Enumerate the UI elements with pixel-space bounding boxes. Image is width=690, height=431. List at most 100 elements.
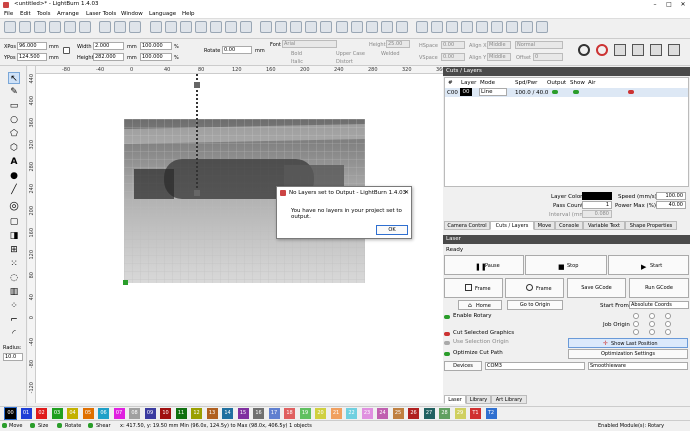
frame-select-icon[interactable] <box>225 21 237 33</box>
frame-circle-button[interactable]: Frame <box>505 278 564 298</box>
move-together-icon[interactable] <box>521 21 533 33</box>
align-bottom-icon[interactable] <box>476 21 488 33</box>
home-icon[interactable] <box>632 44 644 56</box>
offset-icon[interactable]: ◎ <box>8 200 20 212</box>
align-right-icon[interactable] <box>431 21 443 33</box>
font-height-input[interactable]: 25.00 <box>386 40 410 48</box>
menu-edit[interactable]: Edit <box>20 11 31 17</box>
palette-swatch[interactable]: T2 <box>485 408 497 419</box>
optimize-cut-path-toggle[interactable] <box>444 352 450 356</box>
align-top-icon[interactable] <box>446 21 458 33</box>
flip-v-icon[interactable] <box>366 21 378 33</box>
menu-language[interactable]: Language <box>149 11 176 17</box>
crosshair-icon[interactable] <box>260 21 272 33</box>
text-icon[interactable]: A <box>8 156 20 168</box>
save-icon[interactable] <box>49 21 61 33</box>
layer-row-mode[interactable]: Line <box>479 88 507 96</box>
palette-swatch[interactable]: 02 <box>36 408 47 419</box>
palette-swatch[interactable]: 15 <box>237 408 249 419</box>
circular-array-icon[interactable]: ◌ <box>8 272 20 284</box>
move-icon[interactable] <box>210 21 222 33</box>
start-button[interactable]: ▶ Start <box>608 255 689 275</box>
palette-swatch[interactable]: 03 <box>51 408 63 419</box>
palette-swatch[interactable]: 01 <box>20 408 32 419</box>
dots-icon[interactable]: ⁘ <box>8 300 20 312</box>
distort-checkbox[interactable]: Distort <box>336 59 353 65</box>
ypos-input[interactable]: 124.500 <box>17 53 47 61</box>
menu-arrange[interactable]: Arrange <box>57 11 79 17</box>
pause-button[interactable]: ❚❚ Pause <box>444 255 524 275</box>
group-icon[interactable] <box>320 21 332 33</box>
home-button[interactable]: ⌂ Home <box>458 300 502 310</box>
menu-file[interactable]: File <box>4 11 13 17</box>
open-icon[interactable] <box>19 21 31 33</box>
radius-icon[interactable]: ◜ <box>8 328 20 340</box>
align-y-select[interactable]: Middle <box>487 53 511 61</box>
palette-swatch[interactable]: 09 <box>144 408 156 419</box>
welded-checkbox[interactable]: Welded <box>381 51 400 57</box>
close-icon[interactable]: ✕ <box>676 0 690 9</box>
align-middle-icon[interactable] <box>461 21 473 33</box>
rotate-input[interactable]: 0.00 <box>222 46 252 54</box>
device-icon[interactable] <box>668 44 680 56</box>
menu-tools[interactable]: Tools <box>37 11 51 17</box>
position-laser-icon[interactable]: ● <box>8 170 20 182</box>
undo-icon[interactable] <box>79 21 91 33</box>
paste-icon[interactable] <box>129 21 141 33</box>
pan-icon[interactable] <box>240 21 252 33</box>
palette-swatch[interactable]: 08 <box>129 408 140 419</box>
go-to-origin-button[interactable]: Go to Origin <box>507 300 563 310</box>
settings-icon[interactable] <box>650 44 662 56</box>
align-center-icon[interactable] <box>416 21 428 33</box>
rotate-toggle-icon[interactable] <box>57 423 62 428</box>
stop-icon[interactable] <box>596 44 608 56</box>
menu-window[interactable]: Window <box>121 11 143 17</box>
interval-input[interactable]: 0.080 <box>582 210 612 218</box>
layer-output-toggle[interactable] <box>552 90 558 94</box>
palette-swatch[interactable]: 12 <box>191 408 202 419</box>
import-icon[interactable] <box>34 21 46 33</box>
dialog-close-icon[interactable]: ✕ <box>404 189 409 196</box>
palette-swatch[interactable]: 24 <box>377 408 388 419</box>
palette-swatch[interactable]: 06 <box>98 408 109 419</box>
align-x-select[interactable]: Middle <box>487 41 511 49</box>
align-icon[interactable]: ▥ <box>8 286 20 298</box>
save-gcode-button[interactable]: Save GCode <box>567 278 626 298</box>
palette-swatch[interactable]: T1 <box>470 408 481 419</box>
palette-swatch[interactable]: 27 <box>423 408 435 419</box>
camera-icon[interactable] <box>578 44 590 56</box>
job-origin-mc[interactable] <box>649 321 655 327</box>
job-origin-br[interactable] <box>665 329 671 335</box>
zoom-in-icon[interactable] <box>150 21 162 33</box>
palette-swatch[interactable]: 10 <box>160 408 171 419</box>
array-icon[interactable]: ⊞ <box>8 244 20 256</box>
maximize-icon[interactable]: □ <box>662 0 676 9</box>
layer-air-toggle[interactable] <box>628 90 634 94</box>
tab-cuts-layers[interactable]: Cuts / Layers <box>490 221 534 230</box>
layer-row[interactable]: C00 00 Line 100.0 / 40.0 <box>445 88 688 97</box>
mirror-icon[interactable] <box>381 21 393 33</box>
selection-handle-top[interactable] <box>194 82 200 88</box>
cut-icon[interactable] <box>99 21 111 33</box>
distribute-v-icon[interactable] <box>506 21 518 33</box>
job-origin-tr[interactable] <box>665 313 671 319</box>
polygon-alt-icon[interactable]: ⬡ <box>8 142 20 154</box>
save-as-icon[interactable] <box>64 21 76 33</box>
zoom-fit-icon[interactable] <box>180 21 192 33</box>
tab-art-library[interactable]: Art Library <box>491 395 527 404</box>
font-select[interactable]: Arial <box>282 40 337 48</box>
align-left-icon[interactable] <box>396 21 408 33</box>
grid-array-icon[interactable]: ⁙ <box>8 258 20 270</box>
port-select[interactable]: COM3 <box>485 362 585 370</box>
tab-camera-control[interactable]: Camera Control <box>444 221 490 230</box>
tab-laser[interactable]: Laser <box>444 395 466 404</box>
xpos-input[interactable]: 96.000 <box>17 42 47 50</box>
settings-gear-icon[interactable] <box>290 21 302 33</box>
tab-console[interactable]: Console <box>555 221 583 230</box>
palette-swatch[interactable]: 21 <box>330 408 342 419</box>
offset-input[interactable]: 0 <box>533 53 563 61</box>
device-select[interactable]: Smoothieware <box>588 362 688 370</box>
copy-icon[interactable] <box>114 21 126 33</box>
job-origin-bc[interactable] <box>649 329 655 335</box>
new-file-icon[interactable] <box>4 21 16 33</box>
